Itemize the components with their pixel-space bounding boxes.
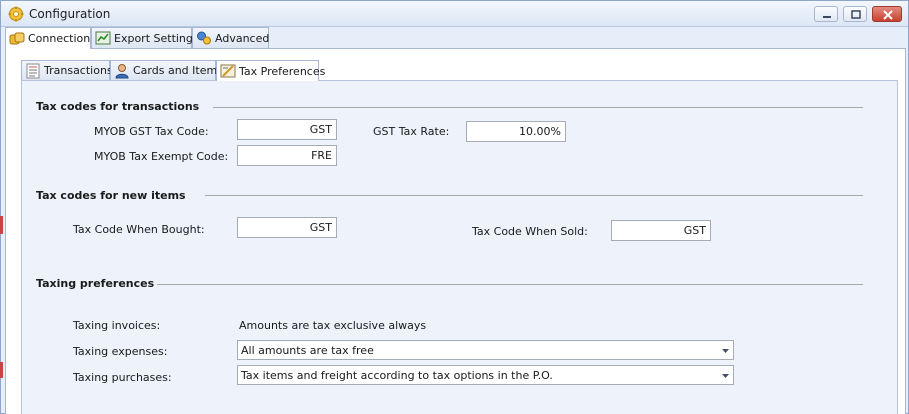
advanced-icon [196, 30, 212, 46]
background-window-edge [0, 216, 3, 234]
section-divider [205, 195, 863, 196]
section-heading-new-items: Tax codes for new items [36, 189, 186, 202]
connection-icon [9, 31, 25, 47]
tax-exempt-code-field[interactable]: FRE [237, 145, 337, 166]
section-divider [157, 284, 863, 285]
taxing-purchases-selected: Tax items and freight according to tax o… [241, 369, 553, 382]
tax-preferences-icon [220, 63, 236, 79]
taxing-invoices-label: Taxing invoices: [73, 319, 161, 332]
maximize-icon [851, 10, 861, 19]
gst-tax-code-label: MYOB GST Tax Code: [94, 125, 209, 138]
when-bought-label: Tax Code When Bought: [73, 223, 205, 236]
gst-tax-rate-field[interactable]: 10.00% [466, 121, 566, 142]
minimize-icon [823, 16, 831, 18]
configuration-window: Configuration Connection Export Settings… [0, 0, 909, 414]
tab-cards-and-items[interactable]: Cards and Items [110, 60, 223, 80]
close-icon [883, 10, 893, 20]
cards-and-items-icon [114, 63, 130, 79]
tab-transactions[interactable]: Transactions [21, 60, 113, 80]
maximize-button[interactable] [843, 6, 867, 22]
tab-connection[interactable]: Connection [5, 27, 91, 49]
tax-exempt-code-label: MYOB Tax Exempt Code: [94, 150, 229, 163]
taxing-expenses-dropdown[interactable]: All amounts are tax free [237, 340, 734, 360]
when-sold-label: Tax Code When Sold: [472, 225, 588, 238]
taxing-invoices-value: Amounts are tax exclusive always [239, 319, 427, 332]
tab-tax-preferences[interactable]: Tax Preferences [216, 60, 325, 81]
gst-tax-code-field[interactable]: GST [237, 119, 337, 140]
tab-export-settings[interactable]: Export Settings [91, 27, 199, 48]
gear-icon [8, 6, 24, 22]
taxing-expenses-label: Taxing expenses: [73, 345, 168, 358]
export-settings-icon [95, 30, 111, 46]
when-bought-field[interactable]: GST [237, 217, 337, 238]
when-sold-field[interactable]: GST [611, 220, 711, 241]
taxing-purchases-label: Taxing purchases: [73, 371, 172, 384]
background-window-edge [0, 362, 3, 378]
chevron-down-icon[interactable] [718, 366, 733, 384]
gst-tax-rate-label: GST Tax Rate: [373, 125, 450, 138]
taxing-purchases-dropdown[interactable]: Tax items and freight according to tax o… [237, 365, 734, 385]
close-button[interactable] [872, 6, 902, 22]
minimize-button[interactable] [814, 6, 838, 22]
window-title: Configuration [29, 7, 111, 21]
section-heading-taxing-preferences: Taxing preferences [36, 277, 155, 290]
transactions-icon [25, 63, 41, 79]
chevron-down-icon[interactable] [718, 341, 733, 359]
title-bar[interactable]: Configuration [1, 1, 908, 27]
section-divider [213, 107, 863, 108]
section-heading-transactions: Tax codes for transactions [36, 100, 200, 113]
taxing-expenses-selected: All amounts are tax free [241, 344, 374, 357]
tab-advanced[interactable]: Advanced [192, 27, 269, 48]
